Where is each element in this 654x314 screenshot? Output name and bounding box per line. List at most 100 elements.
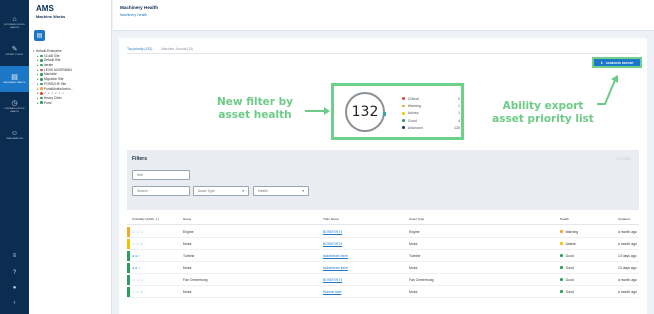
site-icon: ▤: [11, 73, 18, 81]
table-row[interactable]: ☆☆☆ Engine BOSMTWT4 Engine Warning a month ag…: [127, 226, 639, 238]
legend-dot: [402, 104, 405, 108]
asset-type: Turbine: [409, 253, 421, 258]
health-label: Good: [565, 277, 574, 282]
tree-node-label: Machsite: [44, 72, 57, 77]
status-dot: [40, 68, 43, 72]
health-bar: [127, 239, 130, 249]
legend-dot: [402, 111, 405, 115]
column-health[interactable]: Health: [560, 217, 569, 221]
rail-item-label: MACHINERY HEALTH: [3, 81, 26, 84]
legend-dot: [402, 119, 405, 122]
rail-item-label: USER ANALYSIS: [5, 137, 24, 140]
people-icon: ☺: [10, 129, 19, 137]
user-avatar-icon[interactable]: ●: [0, 285, 29, 291]
chevron-down-icon: ▾: [302, 189, 304, 193]
generate-report-button[interactable]: ⬇ GENERATE REPORT: [592, 57, 642, 68]
column-asset-type[interactable]: Asset Type: [409, 217, 424, 221]
filters-panel: Filters ✕ CLEAR Site Search Asset Type ▾ …: [127, 150, 639, 210]
rail-item-label: PORTABLE DEVICE HEALTH: [4, 108, 25, 113]
gauge-accent: [383, 112, 386, 116]
table-row[interactable]: ☆☆☆ Motor Normal train Motor Good a month ago: [127, 286, 639, 298]
callout-arrow-up: [597, 75, 618, 105]
tree-node[interactable]: ▸ Pond: [33, 101, 111, 106]
health-legend: Critical 0 Warning 1 Advise 1 Good 4 Unknown 126: [402, 95, 460, 131]
column-criticality[interactable]: Criticality (ASPL ⇩): [132, 217, 159, 221]
filters-title: Filters: [132, 156, 148, 162]
health-select[interactable]: Health ▾: [253, 186, 309, 196]
asset-name: Engine: [183, 229, 194, 234]
rail-item-label: EXPERT STUDIO: [5, 53, 24, 56]
status-dot: [40, 78, 43, 81]
filter-icon[interactable]: ≡: [0, 253, 29, 259]
status-dot: [40, 54, 43, 58]
train-name-link[interactable]: Normal train: [323, 290, 341, 294]
breadcrumb[interactable]: Machinery Health: [120, 13, 647, 17]
legend-label: Unknown: [407, 125, 423, 130]
train-name-link[interactable]: ladodntrain kwrh: [323, 254, 348, 258]
site-filter-value: Site: [137, 173, 143, 177]
train-name-link[interactable]: ladodntrain kwrh: [323, 266, 348, 270]
train-name-link[interactable]: BOSMTWT4: [323, 278, 342, 282]
wrench-icon: ✎: [11, 45, 18, 53]
health-bar: [127, 275, 130, 285]
legend-count: 0: [458, 96, 460, 101]
search-input[interactable]: Search: [132, 186, 190, 196]
tree-node-label: Iterate: [44, 63, 54, 68]
tree-node-label: LEVIS ACKERMAN: [44, 67, 72, 72]
train-name-link[interactable]: BOSMTWT4: [323, 230, 342, 234]
site-filter-field[interactable]: Site: [132, 170, 190, 180]
column-name[interactable]: Name: [183, 217, 191, 221]
asset-name: Motor: [183, 265, 192, 270]
status-dot: [40, 101, 43, 104]
table-row[interactable]: ☆☆☆ Motor BOSMTWT4 Motor Advise a month ago: [127, 238, 639, 250]
column-train-name[interactable]: Train Name: [323, 217, 339, 221]
health-status: Advise: [560, 242, 576, 246]
asset-type: Motor: [409, 289, 418, 294]
column-updated[interactable]: Updated: [618, 217, 630, 221]
chevron-down-icon: ▾: [242, 189, 244, 193]
asset-name: Fan Centerhung: [183, 277, 208, 282]
health-placeholder: Health: [258, 189, 268, 193]
asset-name: Motor: [183, 241, 192, 246]
rail-item-0[interactable]: ⌂ EXTENDED DEVICE HEALTH: [0, 10, 29, 36]
tree-node-label: Default Enterprise: [36, 49, 62, 53]
page-header: Machinery Health Machinery Health: [113, 0, 654, 31]
health-status: Good: [560, 254, 574, 258]
status-dot: [40, 87, 43, 90]
status-dot: [40, 82, 43, 86]
asset-type-select[interactable]: Asset Type ▾: [193, 186, 249, 196]
asset-type-placeholder: Asset Type: [198, 189, 215, 193]
rail-item-1[interactable]: ✎ EXPERT STUDIO: [0, 38, 29, 64]
rail-item-label: EXTENDED DEVICE HEALTH: [4, 24, 25, 29]
health-dot: [560, 230, 563, 233]
health-status: Good: [560, 290, 574, 294]
rail-item-4[interactable]: ☺ USER ANALYSIS: [0, 122, 29, 148]
status-dot: [40, 92, 43, 95]
health-dot: [560, 278, 563, 281]
brand: AMS Machine Works: [36, 4, 65, 19]
train-name-link[interactable]: BOSMTWT4: [323, 242, 342, 246]
legend-label: Warning: [407, 103, 422, 108]
collapse-icon[interactable]: ‹: [0, 300, 29, 306]
table-row[interactable]: ●●○ Motor ladodntrain kwrh Motor Good 13 days…: [127, 262, 639, 274]
table-row[interactable]: ●●○ Turbine ladodntrain kwrh Turbine Good 13 …: [127, 250, 639, 262]
search-placeholder: Search: [137, 189, 148, 193]
updated-time: 13 days ago: [618, 253, 637, 258]
legend-item: Advise 1: [402, 110, 460, 117]
list-view-icon[interactable]: ▤: [34, 30, 45, 41]
updated-time: a month ago: [618, 229, 637, 234]
asset-table-body: ☆☆☆ Engine BOSMTWT4 Engine Warning a month ag…: [127, 226, 639, 298]
help-icon[interactable]: ?: [0, 270, 29, 276]
health-bar: [127, 263, 130, 273]
tree-node-label: Heavy Clinic: [44, 95, 62, 100]
health-status: Good: [560, 266, 574, 270]
content-card: Top priority (132) Machine Journal (13) …: [119, 38, 647, 314]
table-row[interactable]: ☆☆☆ Fan Centerhung BOSMTWT4 Fan Centerhung G…: [127, 274, 639, 286]
rail-item-3[interactable]: ◷ PORTABLE DEVICE HEALTH: [0, 94, 29, 120]
clear-filters-button[interactable]: ✕ CLEAR: [615, 157, 631, 161]
health-label: Warning: [565, 229, 579, 234]
legend-item: Good 4: [402, 117, 460, 124]
legend-count: 1: [458, 111, 460, 116]
app-name: AMS: [36, 4, 54, 13]
rail-item-2[interactable]: ▤ MACHINERY HEALTH: [0, 66, 29, 92]
